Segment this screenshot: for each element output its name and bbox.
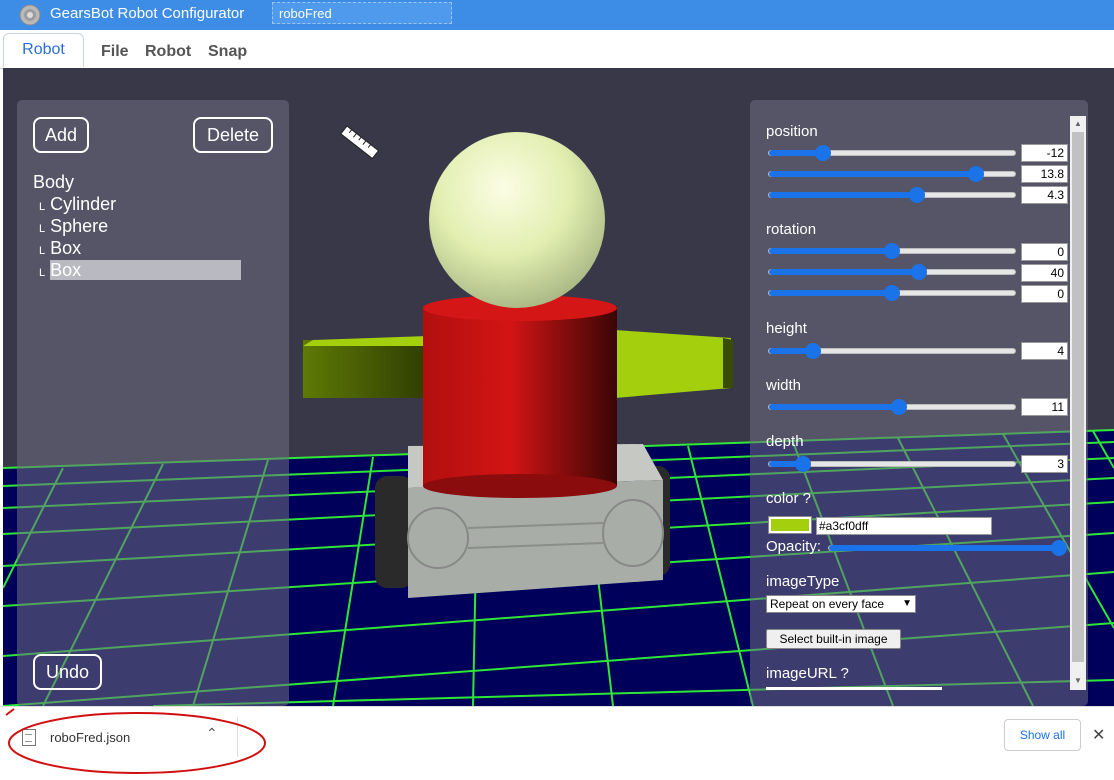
properties-panel: position -12 13.8 4.3 rotation 0 40 0 he…	[750, 100, 1088, 706]
imageurl-label: imageURL ?	[766, 665, 849, 682]
rotation-z-slider[interactable]	[768, 285, 1016, 301]
chevron-down-icon: ▼	[902, 598, 912, 609]
rotation-x-slider[interactable]	[768, 243, 1016, 259]
width-label: width	[766, 377, 802, 394]
tree-item-sphere[interactable]: L Sphere	[39, 216, 108, 237]
position-x-input[interactable]: -12	[1021, 144, 1068, 162]
rotation-y-slider[interactable]	[768, 264, 1016, 280]
depth-slider[interactable]	[768, 456, 1016, 472]
height-input[interactable]: 4	[1021, 342, 1068, 360]
position-y-input[interactable]: 13.8	[1021, 165, 1068, 183]
tree-item-box[interactable]: L Box	[39, 238, 81, 259]
parts-panel: Add Delete Body L Cylinder L Sphere L Box L…	[17, 100, 289, 706]
scrollbar-thumb[interactable]	[1072, 132, 1084, 662]
depth-label: depth	[766, 433, 804, 450]
scroll-down-icon[interactable]: ▼	[1074, 676, 1082, 685]
position-y-slider[interactable]	[768, 166, 1016, 182]
rotation-x-input[interactable]: 0	[1021, 243, 1068, 261]
delete-button[interactable]: Delete	[193, 117, 273, 153]
width-input[interactable]: 11	[1021, 398, 1068, 416]
red-annotation-ellipse	[5, 708, 266, 774]
rotation-label: rotation	[766, 221, 817, 238]
width-slider[interactable]	[768, 399, 1016, 415]
opacity-slider[interactable]	[828, 540, 1067, 556]
rotation-y-input[interactable]: 40	[1021, 264, 1068, 282]
height-slider[interactable]	[768, 343, 1016, 359]
left-arm-box[interactable]	[303, 340, 428, 398]
show-all-button[interactable]: Show all	[1004, 719, 1081, 751]
select-builtin-image-button[interactable]: Select built-in image	[766, 629, 901, 649]
opacity-label: Opacity:	[766, 538, 822, 555]
color-text-input[interactable]: #a3cf0dff	[816, 517, 992, 535]
imagetype-select[interactable]: Repeat on every face ▼	[766, 595, 916, 613]
position-z-slider[interactable]	[768, 187, 1016, 203]
position-x-slider[interactable]	[768, 145, 1016, 161]
undo-button[interactable]: Undo	[33, 654, 102, 690]
body-cylinder[interactable]	[423, 306, 617, 486]
close-icon[interactable]: ✕	[1092, 725, 1105, 745]
menu-file[interactable]: File	[101, 43, 129, 61]
app-title: GearsBot Robot Configurator	[50, 5, 245, 22]
tree-item-cylinder[interactable]: L Cylinder	[39, 194, 116, 215]
head-sphere[interactable]	[429, 132, 605, 308]
add-button[interactable]: Add	[33, 117, 89, 153]
tab-robot[interactable]: Robot	[3, 33, 84, 67]
robot-name-field[interactable]: roboFred	[272, 2, 452, 24]
position-label: position	[766, 123, 818, 140]
position-z-input[interactable]: 4.3	[1021, 186, 1068, 204]
title-bar: GearsBot Robot Configurator roboFred	[0, 0, 1114, 30]
height-label: height	[766, 320, 807, 337]
right-arm-box[interactable]	[615, 330, 731, 398]
rotation-z-input[interactable]: 0	[1021, 285, 1068, 303]
menu-bar: Robot File Robot Snap	[0, 30, 1114, 69]
scroll-up-icon[interactable]: ▲	[1074, 119, 1082, 128]
gear-icon	[19, 4, 41, 26]
tree-item-body[interactable]: Body	[33, 172, 74, 193]
left-wheel	[375, 476, 413, 588]
tree-item-box-selected[interactable]: L Box	[39, 260, 242, 281]
imagetype-label: imageType	[766, 573, 840, 590]
color-picker[interactable]	[768, 516, 812, 534]
imageurl-input[interactable]	[766, 687, 942, 690]
depth-input[interactable]: 3	[1021, 455, 1068, 473]
properties-scrollbar[interactable]: ▲ ▼	[1070, 116, 1086, 690]
download-bar: roboFred.json ⌃ Show all ✕	[0, 706, 1114, 780]
color-label: color ?	[766, 490, 812, 507]
menu-snap[interactable]: Snap	[208, 43, 247, 61]
color-swatch	[771, 519, 809, 531]
menu-robot[interactable]: Robot	[145, 43, 191, 61]
